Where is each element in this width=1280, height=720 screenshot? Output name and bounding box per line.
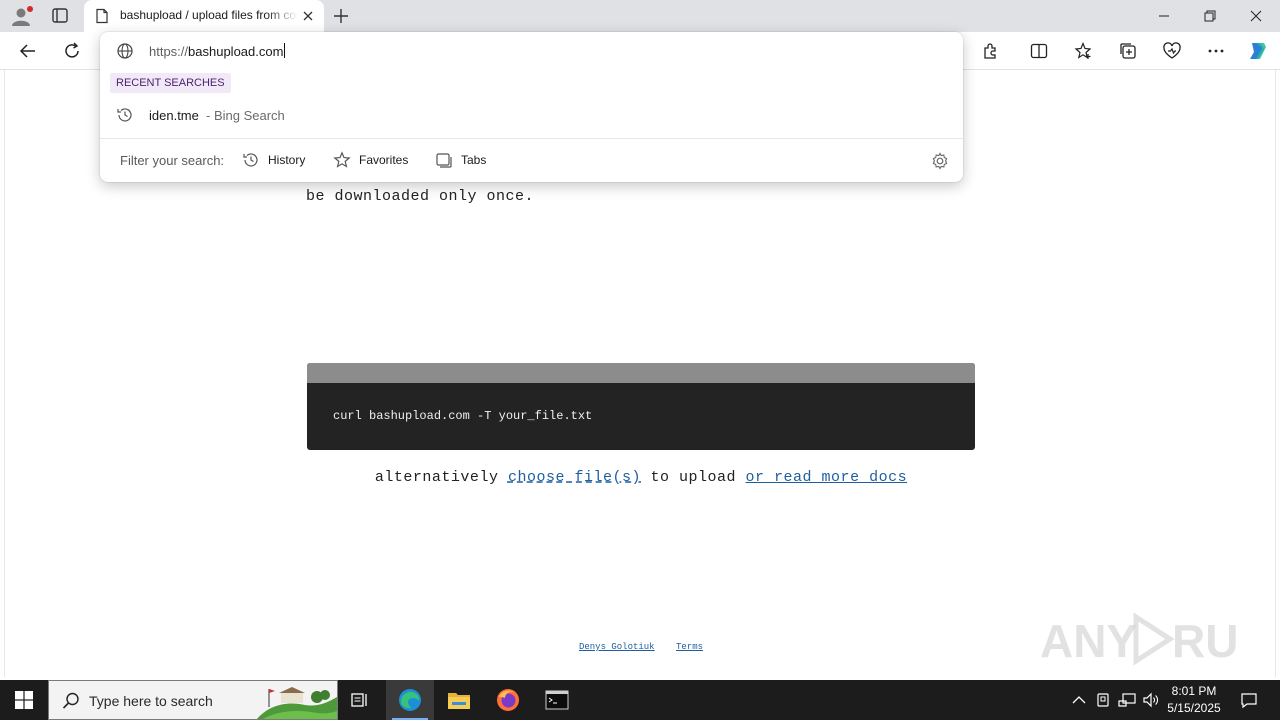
filter-history-button[interactable]: History [242,148,305,172]
filter-label: Filter your search: [120,153,225,168]
folder-icon [448,693,470,709]
command-box: curl bashupload.com -T your_file.txt [307,363,975,450]
browser-essentials-icon[interactable] [1159,39,1185,63]
title-bar: bashupload / upload files from command l… [0,0,1280,32]
filter-favorites-button[interactable]: Favorites [333,148,408,172]
network-icon[interactable] [1116,680,1138,720]
tab-close-icon[interactable] [298,6,318,26]
filter-tabs-label: Tabs [461,153,487,167]
author-link[interactable]: Denys Golotiuk [579,642,655,652]
close-window-icon[interactable] [1233,0,1279,32]
show-hidden-icons-button[interactable] [1068,680,1090,720]
taskbar-file-explorer[interactable] [435,680,483,720]
alt-middle: to upload [650,469,737,486]
page-icon [94,8,110,24]
favorites-icon[interactable] [1071,39,1097,63]
gear-icon[interactable] [930,151,950,171]
minimize-icon[interactable] [1141,0,1187,32]
back-icon[interactable] [15,39,41,63]
svg-text:RUN: RUN [1172,615,1240,667]
clock-date: 5/15/2025 [1167,701,1221,715]
tray-device-icon[interactable] [1093,680,1113,720]
restore-icon[interactable] [1187,0,1233,32]
firefox-icon [497,689,519,711]
chevron-up-icon [1072,696,1086,704]
text-caret [284,43,286,58]
taskbar-search-placeholder: Type here to search [89,693,213,709]
star-icon [333,151,351,168]
history-icon [243,153,258,167]
filter-tabs-button[interactable]: Tabs [435,148,486,172]
tab-title: bashupload / upload files from command l… [120,8,298,22]
history-clock-icon [116,106,134,124]
filter-favorites-label: Favorites [359,153,409,167]
split-screen-icon[interactable] [1026,39,1052,63]
command-box-header [307,363,975,383]
command-text: curl bashupload.com -T your_file.txt [333,409,593,423]
profile-avatar-icon[interactable] [10,5,34,27]
taskbar-clock[interactable]: 8:01 PM 5/15/2025 [1162,683,1226,717]
url-scheme: https:// [149,44,189,59]
volume-icon[interactable] [1140,680,1162,720]
clock-time: 8:01 PM [1171,684,1217,698]
svg-text:ANY: ANY [1040,615,1137,667]
edge-icon [399,689,421,711]
notification-icon [1241,693,1257,709]
globe-icon [116,42,134,60]
taskbar: Type here to search 8:01 PM 5/15/2025 [0,680,1280,720]
taskbar-firefox[interactable] [484,680,532,720]
search-filter-row: Filter your search: History Favorites Ta… [100,139,963,182]
taskbar-edge[interactable] [386,680,434,720]
task-view-icon [351,693,367,707]
taskbar-terminal[interactable] [533,680,581,720]
tab-actions-icon[interactable] [48,5,72,27]
suggestion-item[interactable]: iden.tme - Bing Search [100,100,963,130]
terminal-icon [545,690,569,710]
search-icon [61,691,81,711]
address-bar-dropdown: https://bashupload.com RECENT SEARCHES i… [100,32,963,182]
url-host: bashupload.com [188,44,284,59]
copilot-icon[interactable] [1245,39,1271,63]
suggestion-text: iden.tme [149,108,199,123]
intro-text: be downloaded only once. [306,188,535,205]
new-tab-icon[interactable] [330,5,352,27]
choose-files-link[interactable]: choose file(s) [508,469,641,486]
search-highlight-golf-icon [257,687,337,719]
alternative-upload-line: alternatively choose file(s) to upload o… [307,469,975,486]
notifications-button[interactable] [1234,680,1264,720]
taskbar-search-box[interactable]: Type here to search [48,680,338,720]
extensions-icon[interactable] [978,39,1004,63]
windows-logo-icon [15,691,33,709]
recent-searches-label: RECENT SEARCHES [110,73,231,93]
read-docs-link[interactable]: or read more docs [746,469,908,486]
browser-tab-active[interactable]: bashupload / upload files from command l… [84,0,324,32]
suggestion-source: - Bing Search [206,108,285,123]
task-view-button[interactable] [336,680,384,720]
tabs-icon [436,153,452,168]
watermark-logo-icon: ANY RUN [1040,612,1240,667]
alt-prefix: alternatively [374,469,499,486]
more-options-icon[interactable] [1203,39,1229,63]
address-input[interactable]: https://bashupload.com [149,43,286,59]
start-button[interactable] [0,680,48,720]
refresh-icon[interactable] [59,39,85,63]
collections-icon[interactable] [1115,39,1141,63]
filter-history-label: History [268,153,306,167]
terms-link[interactable]: Terms [676,642,703,652]
